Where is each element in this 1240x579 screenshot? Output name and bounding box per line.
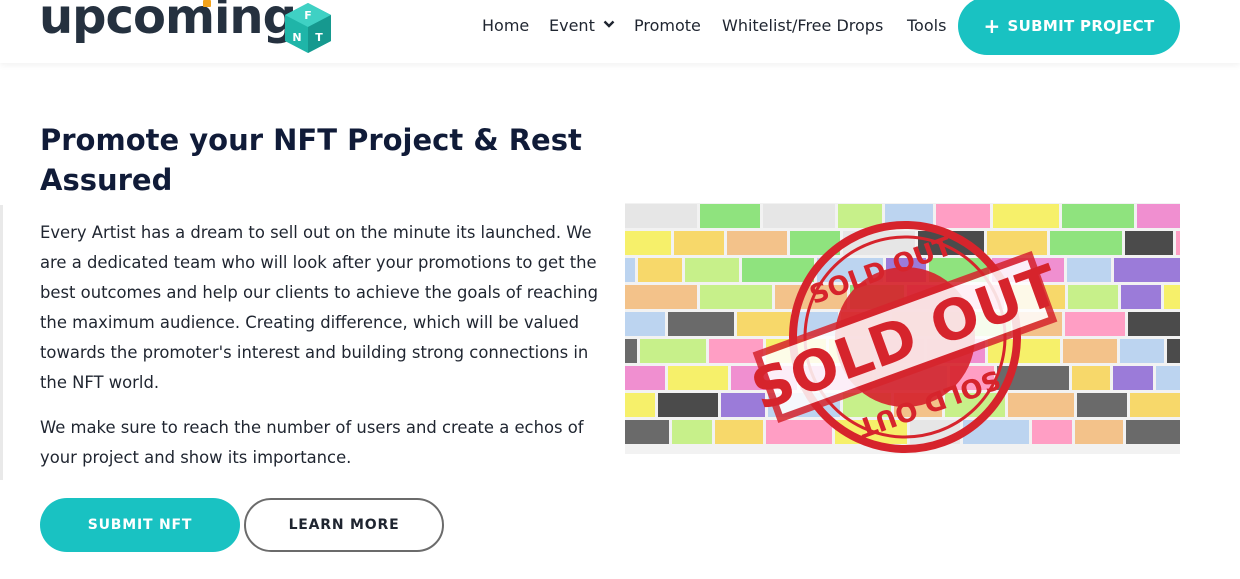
collage-tile [685, 258, 739, 282]
left-edge-divider [0, 205, 3, 480]
collage-tile [638, 258, 682, 282]
collage-tile [640, 339, 706, 363]
collage-tile [1167, 339, 1180, 363]
collage-tile [1125, 231, 1173, 255]
collage-tile [668, 312, 734, 336]
intro-paragraph: Every Artist has a dream to sell out on … [40, 223, 599, 392]
collage-tile [1077, 393, 1127, 417]
logo-cube-letter-t: T [315, 31, 323, 44]
collage-tile [1130, 393, 1180, 417]
collage-tile [1128, 312, 1180, 336]
collage-tile [1050, 231, 1122, 255]
collage-tile [668, 366, 728, 390]
collage-tile [1176, 231, 1180, 255]
collage-tile [1062, 204, 1134, 228]
collage-tile [1137, 204, 1180, 228]
chevron-down-icon [603, 20, 615, 28]
collage-tile [625, 420, 669, 444]
collage-tile [674, 231, 724, 255]
logo-wordmark[interactable]: upcoming [39, 0, 297, 48]
logo-cube-icon[interactable]: F N T [283, 2, 333, 54]
collage-tile [625, 204, 697, 228]
nav-item-home[interactable]: Home [482, 16, 529, 35]
collage-tile [1121, 285, 1161, 309]
collage-tile [625, 231, 671, 255]
collage-tile [658, 393, 718, 417]
collage-tile [625, 258, 635, 282]
logo-cube-letter-f: F [304, 9, 312, 22]
nav-item-promote[interactable]: Promote [634, 16, 701, 35]
collage-tile [625, 339, 637, 363]
collage-tile [1120, 339, 1164, 363]
collage-tile [1065, 312, 1125, 336]
collage-tile [1075, 420, 1123, 444]
sold-out-stamp-icon: SOLD OUT SOLD OUT SOLD OUT [750, 221, 1060, 453]
nav-item-whitelist[interactable]: Whitelist/Free Drops [722, 16, 883, 35]
collage-tile [1063, 339, 1117, 363]
page-title: Promote your NFT Project & Rest Assured [40, 123, 582, 197]
collage-tile [625, 366, 665, 390]
collage-tile [1113, 366, 1153, 390]
collage-tile [1068, 285, 1118, 309]
logo-accent-dot [203, 0, 211, 7]
submit-project-label: SUBMIT PROJECT [1007, 17, 1155, 35]
collage-tile [1067, 258, 1111, 282]
submit-project-button[interactable]: + SUBMIT PROJECT [958, 0, 1180, 55]
collage-tile [625, 393, 655, 417]
collage-tile [1164, 285, 1180, 309]
plus-icon: + [983, 14, 1001, 38]
collage-tile [625, 285, 697, 309]
collage-tile [672, 420, 712, 444]
collage-tile [1114, 258, 1180, 282]
collage-tile [1156, 366, 1180, 390]
collage-tile [1072, 366, 1110, 390]
nav-item-event[interactable]: Event [549, 16, 615, 35]
learn-more-button[interactable]: LEARN MORE [244, 498, 444, 552]
submit-nft-button[interactable]: SUBMIT NFT [40, 498, 240, 552]
site-header: upcoming F N T Home Event Promote Whitel… [0, 0, 1240, 63]
reach-paragraph: We make sure to reach the number of user… [40, 418, 584, 467]
collage-tile [625, 312, 665, 336]
nav-item-event-label: Event [549, 16, 595, 35]
logo-cube-letter-n: N [292, 31, 301, 44]
nav-item-tools[interactable]: Tools [907, 16, 946, 35]
collage-tile [1126, 420, 1180, 444]
